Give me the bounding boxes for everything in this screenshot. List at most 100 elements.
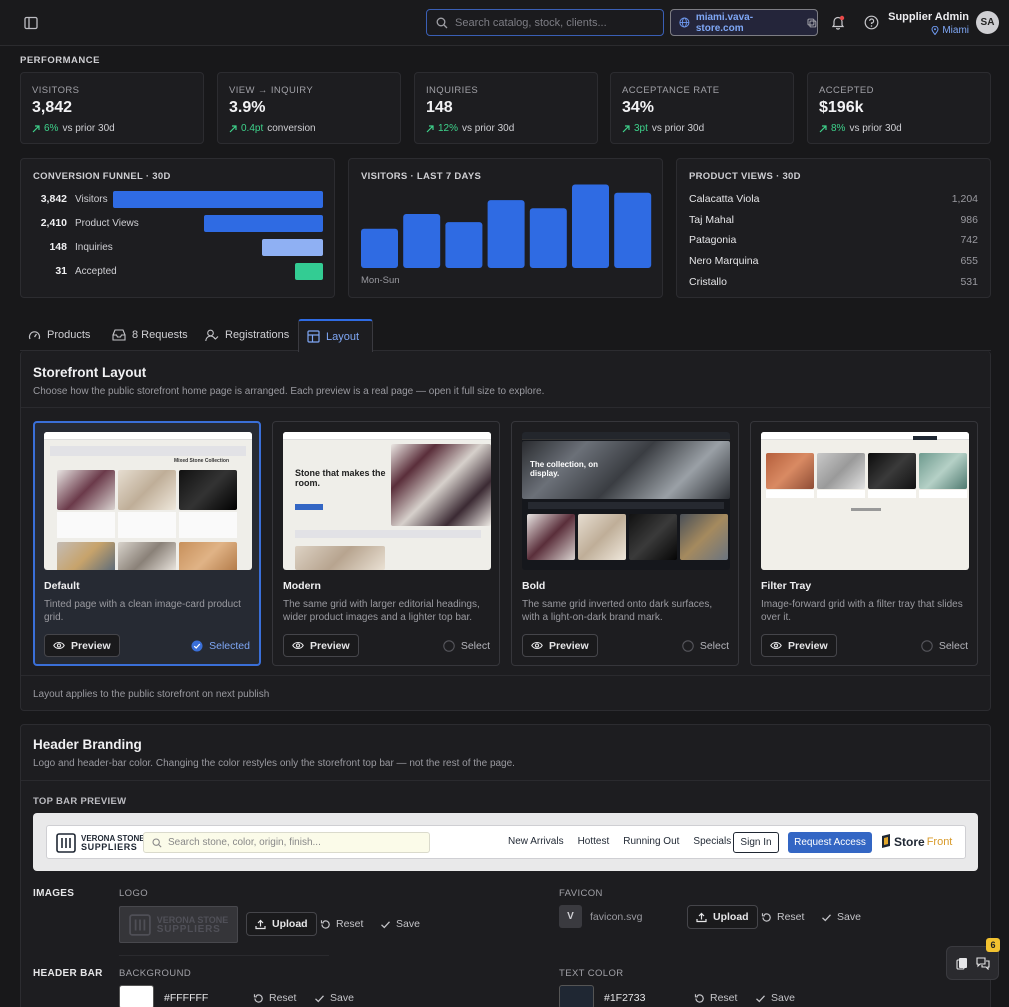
text-color-swatch[interactable] [559, 985, 594, 1007]
select-radio[interactable]: Select [443, 640, 490, 652]
kpi-value: $196k [819, 99, 864, 116]
select-radio[interactable]: Select [682, 640, 729, 652]
kpi-value: 148 [426, 99, 453, 116]
kpi-delta-note: conversion [267, 123, 316, 134]
storefront-nav-link[interactable]: New Arrivals [508, 836, 564, 847]
logo-reset-button[interactable]: Reset [320, 918, 363, 930]
layout-thumbnail[interactable]: The collection, on display. [522, 432, 730, 570]
layout-thumbnail[interactable]: Mixed Stone Collection [44, 432, 252, 570]
kpi-card: ACCEPTANCE RATE 34% 3pt vs prior 30d [610, 72, 794, 144]
product-name: Patagonia [689, 234, 737, 247]
text-color-reset-button[interactable]: Reset [694, 992, 737, 1004]
tab-8-requests[interactable]: 8 Requests [112, 320, 192, 350]
thumb-top-bar [44, 432, 252, 440]
thumb-stone-tile [179, 470, 237, 510]
store-logo-mark-icon [56, 833, 76, 853]
background-color-swatch[interactable] [119, 985, 154, 1007]
thumb-stone-tile [919, 453, 967, 489]
layout-option-card[interactable]: Filter Tray Image-forward grid with a fil… [750, 421, 978, 666]
layout-thumbnail[interactable]: Stone that makes the room. [283, 432, 491, 570]
thumb-stone-tile [527, 514, 575, 560]
help-icon[interactable] [864, 15, 879, 30]
preview-button[interactable]: Preview [522, 634, 598, 657]
preview-button[interactable]: Preview [283, 634, 359, 657]
favicon-filename: favicon.svg [590, 911, 643, 923]
docs-icon[interactable] [955, 957, 968, 970]
search-input[interactable]: Search catalog, stock, clients... [426, 9, 664, 36]
preview-button[interactable]: Preview [761, 634, 837, 657]
text-color-value[interactable]: #1F2733 [604, 992, 645, 1004]
storefront-nav-link[interactable]: Specials [693, 836, 731, 847]
text-color-save-button[interactable]: Save [755, 992, 795, 1004]
thumb-filter-button [913, 436, 937, 440]
chat-icon[interactable] [975, 956, 990, 970]
kpi-card: ACCEPTED $196k 8% vs prior 30d [807, 72, 991, 144]
favicon-save-button[interactable]: Save [821, 911, 861, 923]
thumb-stone-tile [118, 542, 176, 570]
eye-icon [292, 641, 304, 650]
funnel-bar [262, 239, 323, 256]
sidebar-toggle-icon[interactable] [24, 16, 38, 30]
chart-bar [487, 200, 525, 268]
logo-upload-button[interactable]: Upload [246, 912, 317, 936]
layout-thumbnail[interactable] [761, 432, 969, 570]
funnel-value: 148 [49, 241, 67, 253]
logo-mark-icon [128, 913, 151, 936]
top-bar-preview-label: TOP BAR PREVIEW [33, 796, 127, 807]
thumb-pagination [851, 508, 881, 511]
thumb-hero-image [391, 444, 491, 526]
favicon-reset-button[interactable]: Reset [761, 911, 804, 923]
kpi-delta-note: vs prior 30d [651, 123, 705, 134]
avatar[interactable]: SA [976, 11, 999, 34]
thumb-stone-tile [868, 453, 916, 489]
header-bar-label: HEADER BAR [33, 968, 103, 979]
reset-icon [253, 993, 263, 1003]
thumb-heading: Mixed Stone Collection [174, 458, 230, 464]
thumb-stone-tile [629, 514, 677, 560]
bell-icon[interactable] [831, 15, 845, 30]
selected-indicator[interactable]: Selected [191, 640, 250, 652]
preview-button[interactable]: Preview [44, 634, 120, 657]
product-name: Taj Mahal [689, 213, 734, 226]
background-color-value[interactable]: #FFFFFF [164, 992, 208, 1004]
storefront-brand-mark: Store Front [880, 834, 952, 850]
favicon-upload-button[interactable]: Upload [687, 905, 758, 929]
select-radio[interactable]: Select [921, 640, 968, 652]
thumb-tile-caption [919, 490, 967, 498]
storefront-nav-link[interactable]: Hottest [578, 836, 610, 847]
storefront-search-input[interactable]: Search stone, color, origin, finish... [143, 832, 430, 853]
product-name: Calacatta Viola [689, 193, 760, 205]
store-url-chip[interactable]: miami.vava-store.com [670, 9, 818, 36]
thumb-stone-tile [179, 542, 237, 570]
tab-products[interactable]: Products [28, 320, 96, 350]
thumb-tile-caption [817, 490, 865, 498]
layout-option-card[interactable]: Mixed Stone Collection Default Tinted page… [33, 421, 261, 666]
kpi-delta-note: vs prior 30d [62, 123, 115, 134]
kpi-delta-value: 8% [831, 123, 846, 134]
upload-icon [696, 912, 707, 922]
tab-registrations[interactable]: Registrations [205, 320, 293, 350]
thumb-stone-tile [57, 542, 115, 570]
tab-layout[interactable]: Layout [298, 319, 373, 352]
chart-bar [445, 222, 483, 268]
layout-option-card[interactable]: Stone that makes the room. Modern The same… [272, 421, 500, 666]
sign-in-button[interactable]: Sign In [733, 832, 779, 853]
images-label: IMAGES [33, 888, 75, 899]
kpi-value: 34% [622, 99, 655, 116]
copy-icon[interactable] [807, 18, 817, 28]
logo-save-button[interactable]: Save [380, 918, 420, 930]
thumb-filter-bar [50, 446, 246, 456]
product-view-row: Taj Mahal 986 [689, 214, 978, 226]
request-access-button[interactable]: Request Access [788, 832, 872, 853]
thumb-filter-bar [528, 502, 724, 509]
thumb-stone-tile [766, 453, 814, 489]
radio-icon [682, 640, 694, 652]
layout-option-card[interactable]: The collection, on display. Bold The same … [511, 421, 739, 666]
layout-footer-divider [21, 675, 990, 676]
storefront-nav-link[interactable]: Running Out [623, 836, 679, 847]
thumb-tile-caption [868, 490, 916, 498]
branding-divider [21, 780, 990, 781]
kpi-delta-note: vs prior 30d [462, 123, 515, 134]
background-reset-button[interactable]: Reset [253, 992, 296, 1004]
background-save-button[interactable]: Save [314, 992, 354, 1004]
